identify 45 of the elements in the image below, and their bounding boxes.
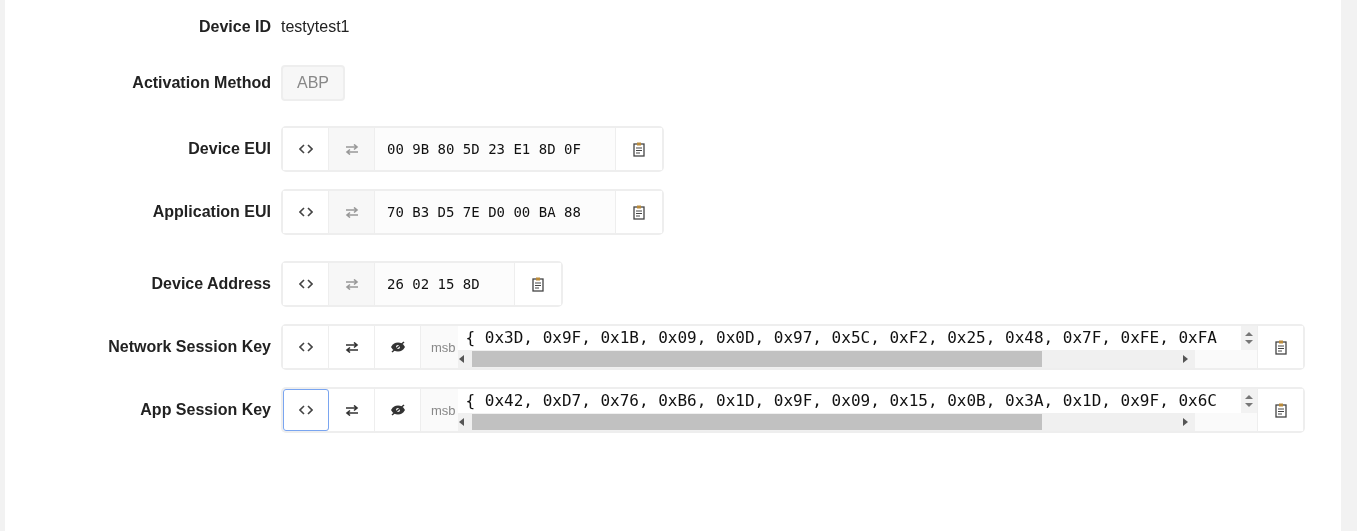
spinner-icon[interactable] xyxy=(1241,326,1257,350)
format-button[interactable] xyxy=(283,389,329,431)
clipboard-icon xyxy=(632,141,645,157)
swap-icon xyxy=(344,404,359,416)
clipboard-icon xyxy=(531,276,544,292)
byte-order-label: msb xyxy=(421,389,458,431)
format-button[interactable] xyxy=(283,263,329,305)
swap-icon xyxy=(344,206,359,218)
format-button[interactable] xyxy=(283,326,329,368)
field-label: App Session Key xyxy=(139,401,271,419)
eye-slash-icon xyxy=(389,341,406,353)
scroll-right-icon[interactable] xyxy=(1181,355,1189,363)
code-icon xyxy=(298,144,313,154)
scroll-left-icon[interactable] xyxy=(457,355,466,363)
scroll-right-icon[interactable] xyxy=(1181,418,1189,426)
activation-badge: ABP xyxy=(281,65,345,101)
copy-button[interactable] xyxy=(1257,326,1303,368)
format-button[interactable] xyxy=(283,128,329,170)
swap-icon xyxy=(344,143,359,155)
key-value: { 0x3D, 0x9F, 0x1B, 0x09, 0x0D, 0x97, 0x5C, 0xF2, 0x25, 0x48, 0x7F, 0xFE, 0xFA xyxy=(457,326,1241,350)
horizontal-scrollbar[interactable] xyxy=(457,350,1195,368)
code-icon xyxy=(298,207,313,217)
clipboard-icon xyxy=(632,204,645,220)
field-label: Network Session Key xyxy=(107,338,271,356)
eye-slash-icon xyxy=(389,404,406,416)
code-icon xyxy=(298,342,313,352)
copy-button[interactable] xyxy=(1257,389,1303,431)
field-value: testytest1 xyxy=(281,18,350,36)
code-icon xyxy=(298,279,313,289)
key-value: { 0x42, 0xD7, 0x76, 0xB6, 0x1D, 0x9F, 0x09, 0x15, 0x0B, 0x3A, 0x1D, 0x9F, 0x6C xyxy=(457,389,1241,413)
spinner-icon[interactable] xyxy=(1241,389,1257,413)
format-button[interactable] xyxy=(283,191,329,233)
swap-icon xyxy=(344,278,359,290)
field-label: Activation Method xyxy=(131,74,271,92)
swap-icon xyxy=(344,341,359,353)
field-label: Device ID xyxy=(197,18,271,36)
clipboard-icon xyxy=(1274,402,1287,418)
byte-order-label: msb xyxy=(421,326,458,368)
field-label: Application EUI xyxy=(151,203,271,221)
clipboard-icon xyxy=(1274,339,1287,355)
horizontal-scrollbar[interactable] xyxy=(457,413,1195,431)
field-label: Device EUI xyxy=(187,140,271,158)
scroll-left-icon[interactable] xyxy=(457,418,466,426)
code-icon xyxy=(298,405,313,415)
field-label: Device Address xyxy=(150,275,271,293)
